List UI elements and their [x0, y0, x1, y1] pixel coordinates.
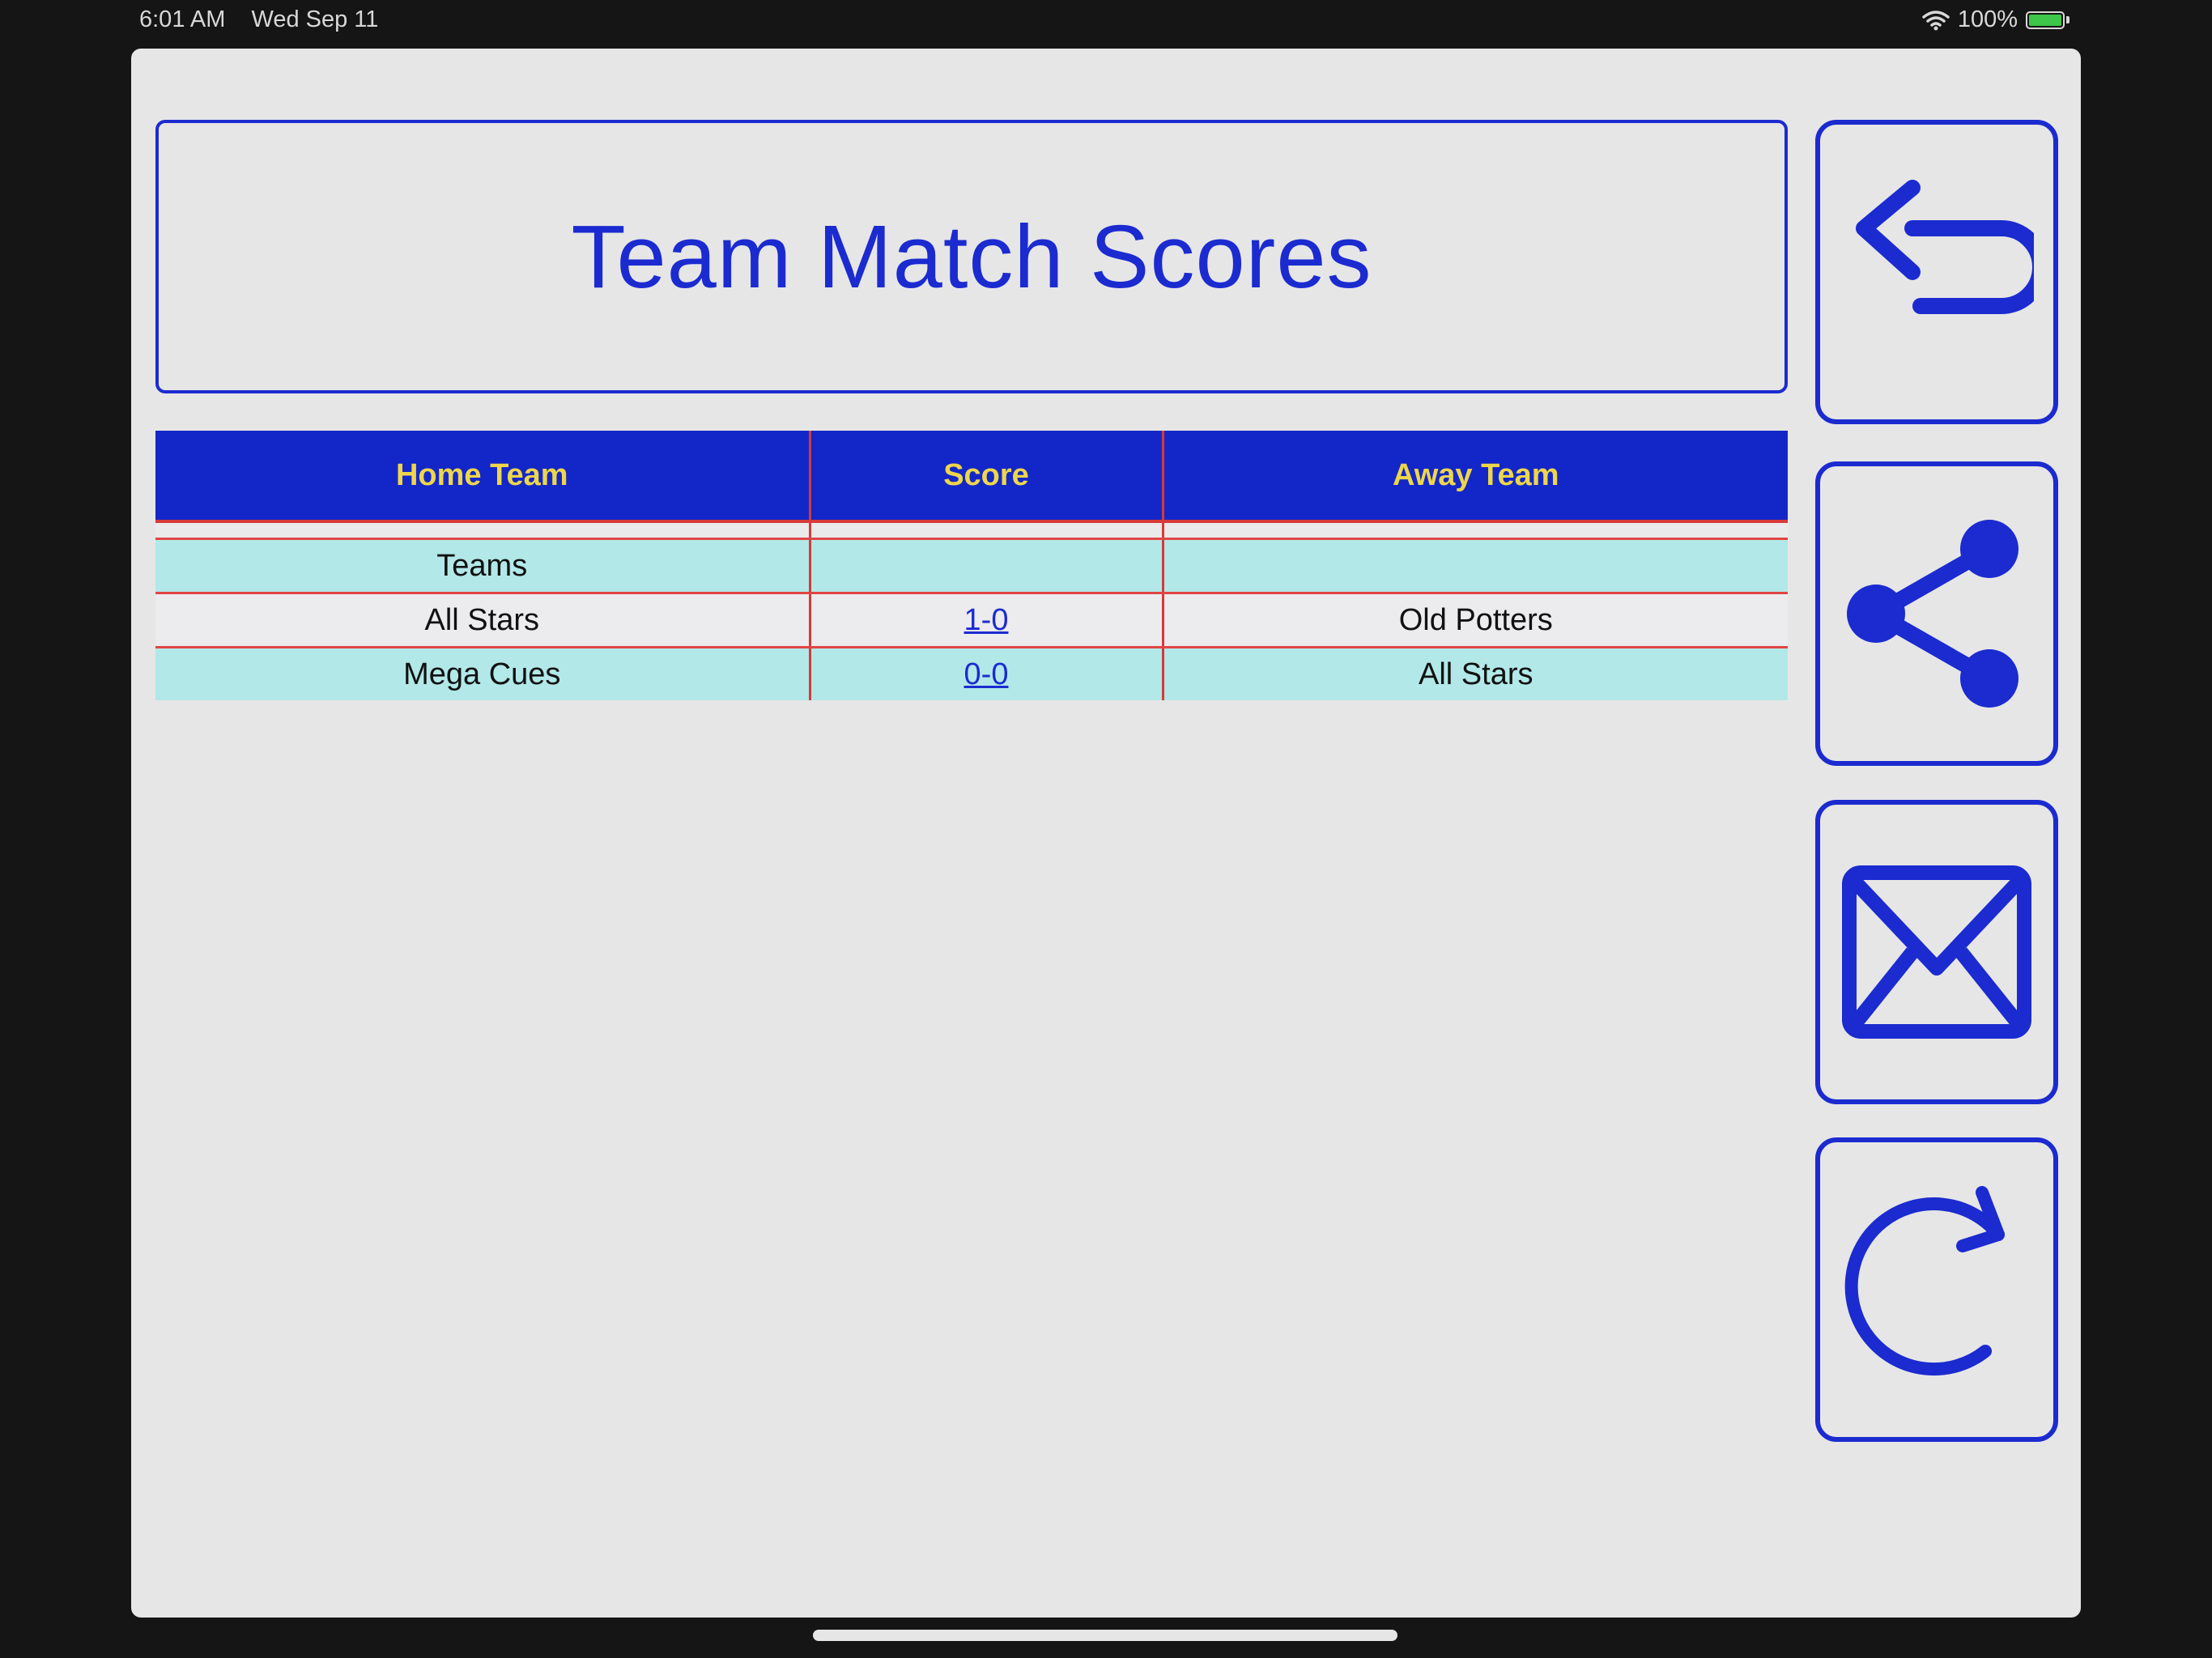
column-header-score: Score	[808, 431, 1163, 523]
battery-tip	[2066, 16, 2069, 23]
away-team-cell	[1161, 538, 1788, 594]
scores-table: Home Team Score Away Team Teams All Star…	[155, 431, 1788, 700]
score-link[interactable]: 0-0	[964, 657, 1009, 691]
spacer-cell	[1161, 521, 1788, 540]
battery-icon	[2026, 11, 2065, 29]
score-link[interactable]: 1-0	[964, 603, 1009, 637]
email-button[interactable]	[1815, 800, 2058, 1104]
spacer-cell	[808, 521, 1163, 540]
refresh-icon	[1844, 1186, 2005, 1376]
column-header-away: Away Team	[1161, 431, 1788, 523]
score-cell: 0-0	[808, 647, 1163, 700]
spacer-cell	[155, 521, 810, 540]
title-box: Team Match Scores	[155, 120, 1788, 393]
table-spacer-row	[155, 521, 1788, 540]
status-bar: 6:01 AM Wed Sep 11 100%	[0, 0, 2212, 40]
back-button[interactable]	[1815, 120, 2058, 424]
status-time: 6:01 AM	[139, 6, 226, 32]
away-team-cell: All Stars	[1161, 647, 1788, 700]
table-row: Mega Cues 0-0 All Stars	[155, 647, 1788, 700]
wifi-icon	[1922, 10, 1950, 30]
home-team-cell: All Stars	[155, 593, 810, 648]
app-window: Team Match Scores Home Team Score Away T…	[131, 49, 2081, 1618]
page-title: Team Match Scores	[571, 206, 1372, 307]
table-row: All Stars 1-0 Old Potters	[155, 593, 1788, 648]
refresh-button[interactable]	[1815, 1137, 2058, 1442]
battery-percent: 100%	[1957, 6, 2018, 32]
status-left: 6:01 AM Wed Sep 11	[139, 6, 398, 33]
home-team-cell: Mega Cues	[155, 647, 810, 700]
table-row: Teams	[155, 538, 1788, 594]
mail-icon	[1842, 865, 2031, 1039]
share-button[interactable]	[1815, 461, 2058, 766]
score-cell	[808, 538, 1163, 594]
away-team-cell: Old Potters	[1161, 593, 1788, 648]
share-icon	[1847, 520, 2018, 708]
status-date: Wed Sep 11	[251, 6, 379, 32]
status-right: 100%	[1922, 6, 2069, 33]
home-indicator[interactable]	[813, 1630, 1397, 1641]
score-cell: 1-0	[808, 593, 1163, 648]
undo-icon	[1856, 180, 2034, 314]
home-team-cell: Teams	[155, 538, 810, 594]
table-header-row: Home Team Score Away Team	[155, 431, 1788, 523]
column-header-home: Home Team	[155, 431, 810, 523]
